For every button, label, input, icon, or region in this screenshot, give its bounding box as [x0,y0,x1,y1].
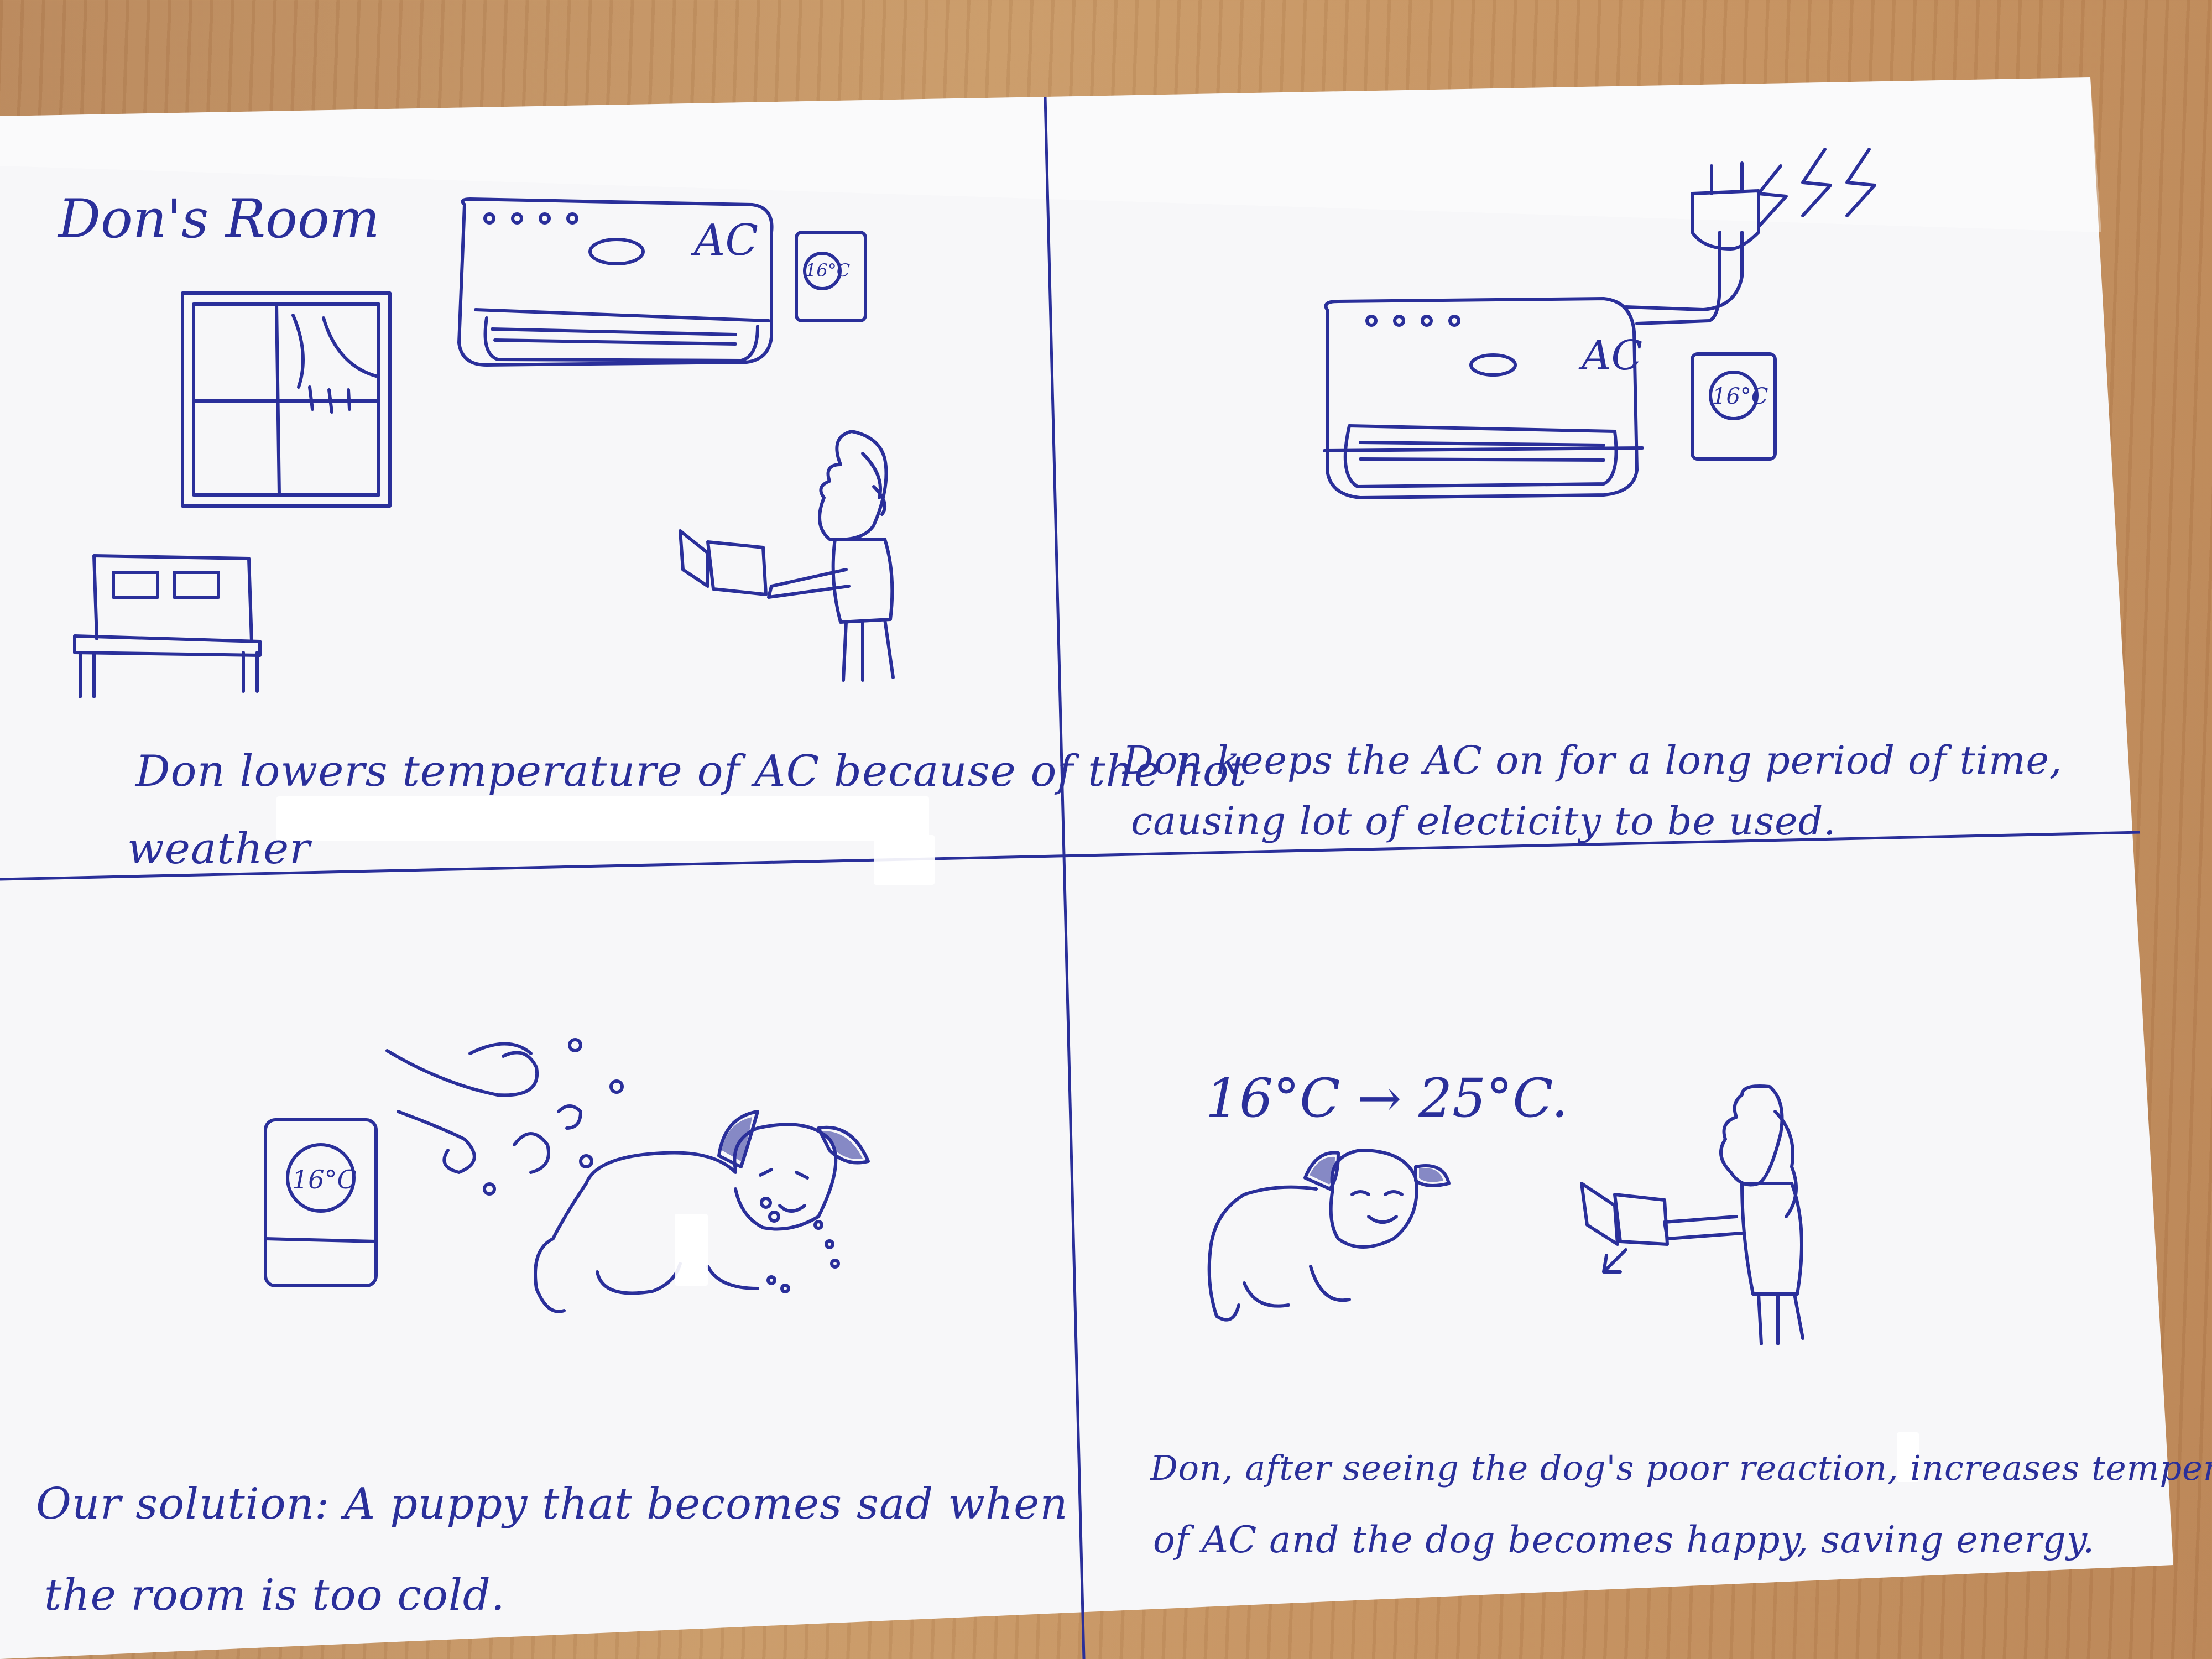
caption-top-left-line1: Don lowers temperature of AC because of … [135,747,1248,796]
thermostat-value: 16°C [805,260,851,281]
ac-label-2: AC [1582,332,1643,379]
caption-bottom-left-line1: Our solution: A puppy that becomes sad w… [36,1479,1068,1529]
thermostat-value-3: 16°C [292,1165,357,1194]
white-tape-patch [675,1214,708,1286]
caption-top-right-line2: causing lot of electicity to be used. [1131,799,1837,844]
caption-top-left-line2: weather [127,824,311,874]
storyboard-paper: Don's Room AC 16°C AC 16°C 16°C 16°C → 2… [0,0,2212,1659]
caption-bottom-right-line2: of AC and the dog becomes happy, saving … [1153,1519,2095,1561]
caption-top-right-line1: Don keeps the AC on for a long period of… [1123,738,2063,783]
paper-sheet [0,77,2173,1659]
thermostat-value-2: 16°C [1712,384,1768,409]
room-label: Don's Room [58,188,380,250]
temperature-change-label: 16°C → 25°C. [1206,1067,1568,1129]
caption-bottom-left-line2: the room is too cold. [44,1571,505,1620]
white-tape-patch [276,796,929,841]
caption-bottom-right-line1: Don, after seeing the dog's poor reactio… [1150,1448,2212,1488]
white-tape-patch [874,835,935,885]
ac-label: AC [694,216,759,265]
